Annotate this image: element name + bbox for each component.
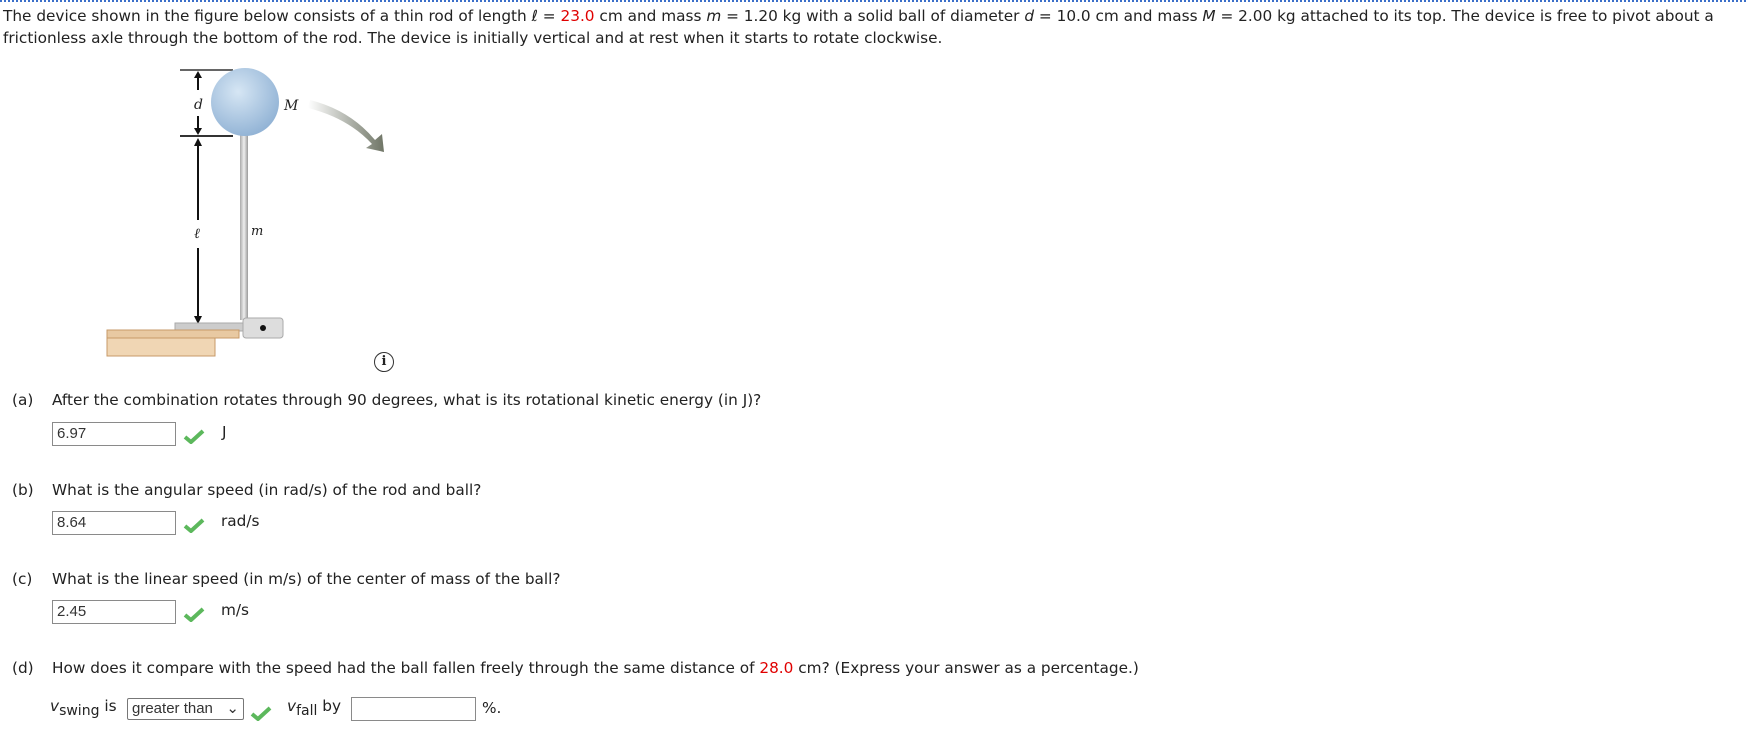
correct-check-icon [183,607,205,622]
correct-check-icon [250,706,272,721]
v-swing-label: vswing is [50,697,117,720]
question-d: (d) How does it compare with the speed ha… [12,659,1139,677]
unit-d: %. [482,699,502,717]
answer-a-input[interactable]: 6.97 [52,422,176,446]
unit-c: m/s [221,601,250,619]
answer-b-input[interactable]: 8.64 [52,511,176,535]
chevron-down-icon: ⌄ [226,700,239,717]
label-m: m [251,224,263,239]
question-b: (b) What is the angular speed (in rad/s) … [12,481,482,499]
label-ell: ℓ [194,226,200,242]
unit-b: rad/s [221,512,260,530]
answer-d-input[interactable] [351,697,476,721]
question-c: (c) What is the linear speed (in m/s) of … [12,570,561,588]
correct-check-icon [183,518,205,533]
info-icon[interactable]: i [374,352,394,372]
rotation-arrow-icon [308,100,384,152]
answer-c-input[interactable]: 2.45 [52,600,176,624]
v-fall-label: vfall by [287,697,341,720]
unit-a: J [222,423,227,441]
label-M: M [283,98,299,114]
problem-statement: The device shown in the figure below con… [3,7,1714,47]
top-border [0,0,1746,2]
comparison-select[interactable]: greater than ⌄ [127,698,244,720]
label-d: d [194,97,203,113]
device-figure: d ℓ M m [106,68,384,357]
question-a: (a) After the combination rotates through… [12,391,762,409]
correct-check-icon [183,429,205,444]
